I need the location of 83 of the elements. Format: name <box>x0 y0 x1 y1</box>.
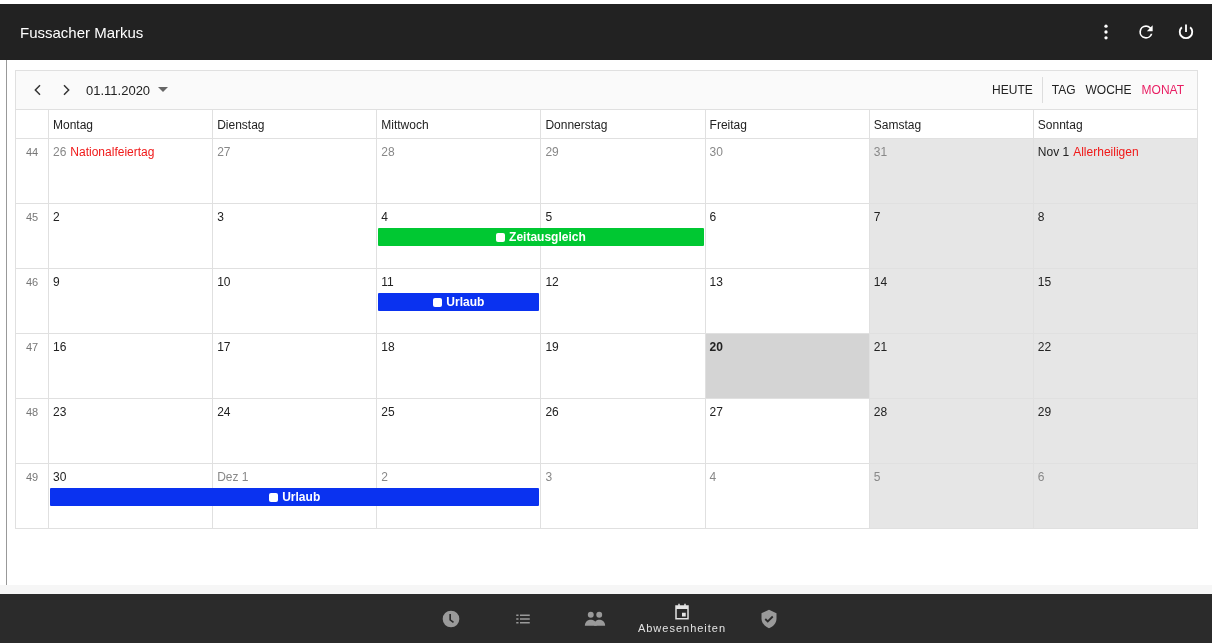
day-number: 29 <box>545 145 559 159</box>
day-number: 6 <box>709 210 717 224</box>
nav-item[interactable]: Abwesenheiten <box>637 594 727 643</box>
day-number: 6 <box>1037 470 1045 484</box>
day-number: 27 <box>709 405 723 419</box>
day-number: 26 <box>545 405 559 419</box>
view-tab[interactable]: MONAT <box>1136 79 1189 101</box>
day-number: 15 <box>1037 275 1052 289</box>
weekday-header: Donnerstag <box>545 118 608 132</box>
day-cell[interactable]: 20 <box>704 334 869 398</box>
square-icon <box>269 492 279 502</box>
day-cell[interactable]: 7 <box>868 204 1033 268</box>
day-number: 13 <box>709 275 723 289</box>
day-number: 12 <box>545 275 559 289</box>
weekday-header: Freitag <box>709 118 747 132</box>
weekday-header: Sonntag <box>1037 118 1083 132</box>
day-number: 3 <box>545 470 553 484</box>
today-button[interactable]: HEUTE <box>987 79 1038 101</box>
weekday-header: Samstag <box>873 118 922 132</box>
day-number: 29 <box>1037 405 1052 419</box>
day-number: Dez 1 <box>217 470 249 484</box>
app-title: Fussacher Markus <box>20 23 144 41</box>
week-number: 45 <box>25 211 39 223</box>
day-cell[interactable]: 8 <box>1032 204 1197 268</box>
day-number: Nov 1 <box>1037 145 1070 159</box>
day-number: 16 <box>53 340 67 354</box>
weekday-header: Dienstag <box>217 118 265 132</box>
day-cell[interactable]: 14 <box>868 269 1033 333</box>
week-number: 48 <box>25 406 39 418</box>
day-cell[interactable]: 21 <box>868 334 1033 398</box>
day-cell[interactable]: 28 <box>868 399 1033 463</box>
day-number: 5 <box>545 210 553 224</box>
caret-icon <box>158 87 169 93</box>
day-number: 30 <box>709 145 723 159</box>
weekday-header: Montag <box>53 118 94 132</box>
day-number: 11 <box>381 275 394 289</box>
day-number: 5 <box>873 470 881 484</box>
day-cell[interactable]: 22 <box>1032 334 1197 398</box>
day-number: 20 <box>709 340 723 354</box>
event-bar[interactable]: Urlaub <box>378 293 540 311</box>
day-number: 18 <box>381 340 395 354</box>
day-number: 3 <box>217 210 224 224</box>
day-number: 28 <box>381 145 395 159</box>
day-cell[interactable]: 29 <box>1032 399 1197 463</box>
calendar-icon <box>673 603 691 621</box>
day-number: 9 <box>53 275 60 289</box>
day-number: 28 <box>873 405 888 419</box>
day-cell[interactable]: Nov 1 Allerheiligen <box>1032 139 1197 203</box>
day-number: 17 <box>217 340 231 354</box>
shield-check-icon <box>759 608 780 629</box>
day-number: 14 <box>873 275 888 289</box>
day-number: 7 <box>873 210 881 224</box>
event-bar[interactable]: Urlaub <box>50 488 540 506</box>
day-number: 2 <box>53 210 60 224</box>
day-number: 4 <box>381 210 388 224</box>
clock-icon <box>440 608 461 629</box>
square-icon <box>496 232 506 242</box>
date-picker[interactable]: 01.11.2020 <box>80 82 157 98</box>
day-number: 24 <box>217 405 231 419</box>
week-number: 49 <box>25 471 39 483</box>
day-number: 31 <box>873 145 888 159</box>
day-number: 19 <box>545 340 559 354</box>
holiday-label: Nationalfeiertag <box>70 145 155 159</box>
day-number: 4 <box>709 470 717 484</box>
view-tab[interactable]: TAG <box>1046 79 1081 101</box>
day-number: 26 <box>53 145 67 159</box>
day-number: 30 <box>53 470 67 484</box>
day-number: 23 <box>53 405 67 419</box>
day-number: 8 <box>1037 210 1045 224</box>
square-icon <box>433 297 443 307</box>
day-cell[interactable]: 15 <box>1032 269 1197 333</box>
day-number: 25 <box>381 405 395 419</box>
week-number: 47 <box>25 341 39 353</box>
day-number: 10 <box>217 275 231 289</box>
day-number: 2 <box>381 470 388 484</box>
holiday-label: Allerheiligen <box>1073 145 1139 159</box>
day-number: 27 <box>217 145 231 159</box>
weekday-header: Mittwoch <box>381 118 429 132</box>
day-number: 21 <box>873 340 888 354</box>
week-number: 44 <box>25 146 39 158</box>
view-tab[interactable]: WOCHE <box>1080 79 1137 101</box>
day-number: 22 <box>1037 340 1052 354</box>
week-number: 46 <box>25 276 39 288</box>
